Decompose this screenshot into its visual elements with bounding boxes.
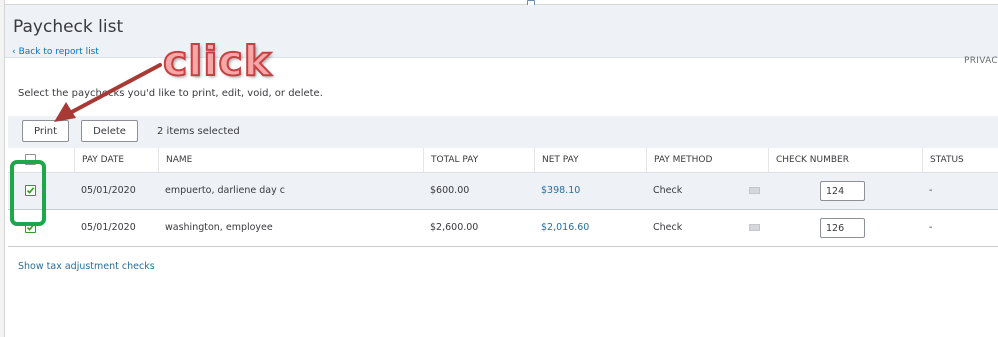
column-header-status[interactable]: STATUS bbox=[922, 148, 998, 172]
column-header-net-pay[interactable]: NET PAY bbox=[534, 148, 646, 172]
check-number-input[interactable] bbox=[820, 181, 865, 201]
table-row[interactable]: 05/01/2020 washington, employee $2,600.0… bbox=[8, 210, 998, 247]
pay-method-cell: Check bbox=[653, 185, 683, 196]
column-header-pay-date[interactable]: PAY DATE bbox=[74, 148, 158, 172]
total-pay-cell: $600.00 bbox=[430, 185, 470, 196]
memo-icon[interactable] bbox=[749, 187, 760, 194]
column-header-check-number[interactable]: CHECK NUMBER bbox=[768, 148, 922, 172]
privacy-label[interactable]: PRIVAC bbox=[964, 56, 998, 66]
check-number-input[interactable] bbox=[820, 218, 865, 238]
annotation-highlight-box bbox=[10, 160, 46, 226]
selected-count: 2 items selected bbox=[157, 126, 240, 137]
table-row[interactable]: 05/01/2020 empuerto, darliene day c $600… bbox=[8, 173, 998, 210]
net-pay-link[interactable]: $2,016.60 bbox=[534, 210, 589, 246]
total-pay-cell: $2,600.00 bbox=[430, 222, 479, 233]
table-header: PAY DATE NAME TOTAL PAY NET PAY PAY METH… bbox=[8, 148, 998, 173]
annotation-arrow-icon bbox=[54, 63, 162, 122]
column-header-pay-method[interactable]: PAY METHOD bbox=[646, 148, 768, 172]
status-cell: - bbox=[929, 222, 933, 233]
back-to-report-link[interactable]: ‹ Back to report list bbox=[12, 47, 99, 57]
chevron-left-icon: ‹ bbox=[12, 47, 16, 57]
column-header-name[interactable]: NAME bbox=[158, 148, 423, 172]
paycheck-table: PAY DATE NAME TOTAL PAY NET PAY PAY METH… bbox=[8, 148, 998, 247]
annotation-click-text: click bbox=[162, 36, 272, 86]
column-header-total-pay[interactable]: TOTAL PAY bbox=[423, 148, 534, 172]
back-link-label: Back to report list bbox=[18, 47, 99, 57]
show-tax-adjustment-link[interactable]: Show tax adjustment checks bbox=[18, 261, 155, 272]
pay-date-cell: 05/01/2020 bbox=[81, 185, 136, 196]
page-title: Paycheck list bbox=[13, 17, 124, 37]
status-cell: - bbox=[929, 185, 933, 196]
page-header: Paycheck list ‹ Back to report list bbox=[5, 5, 998, 58]
pay-date-cell: 05/01/2020 bbox=[81, 222, 136, 233]
memo-icon[interactable] bbox=[749, 224, 760, 231]
name-cell: empuerto, darliene day c bbox=[165, 185, 285, 196]
name-cell: washington, employee bbox=[165, 222, 273, 233]
net-pay-link[interactable]: $398.10 bbox=[534, 173, 580, 209]
pay-method-cell: Check bbox=[653, 222, 683, 233]
